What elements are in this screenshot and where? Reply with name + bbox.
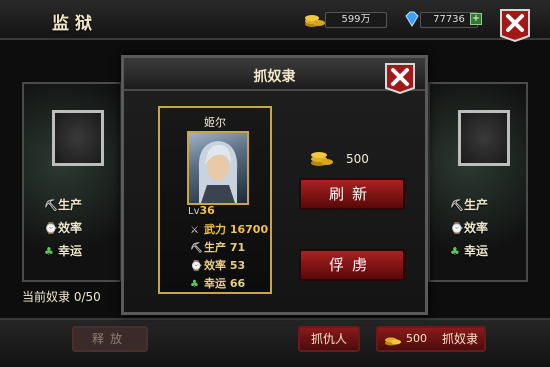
character-portrait — [187, 131, 249, 205]
left-slave-panel: ⛏生产 ⌚效率 ♣ 幸运 — [22, 82, 122, 282]
page-title: 监狱 — [52, 14, 98, 34]
empty-slot[interactable] — [458, 110, 510, 166]
pickaxe-icon: ⛏ — [44, 199, 58, 212]
empty-slot[interactable] — [52, 110, 104, 166]
diamond-icon — [405, 11, 419, 27]
catch-label: 抓奴隶 — [442, 332, 479, 346]
character-level: Lv36 — [188, 204, 215, 217]
stat-production: ⛏生产 — [44, 198, 83, 212]
stat-efficiency: ⌚效率 — [450, 221, 489, 235]
stat-luck: ♣ 幸运 — [44, 244, 83, 258]
close-icon[interactable] — [383, 61, 417, 95]
add-gems-button[interactable]: + — [470, 13, 482, 25]
watch-icon: ⌚ — [190, 261, 203, 272]
right-slave-panel: ⛏生产 ⌚效率 ♣ 幸运 — [428, 82, 528, 282]
watch-icon: ⌚ — [450, 222, 464, 235]
catch-cost: 500 — [406, 332, 427, 345]
top-bar: 监狱 599万 77736 + — [0, 0, 550, 42]
character-name: 姬尔 — [204, 116, 226, 129]
dialog-header: 抓奴隶 — [124, 58, 425, 91]
refresh-cost: 500 — [346, 152, 369, 166]
gold-coins-icon — [305, 15, 325, 27]
release-button[interactable]: 释放 — [72, 326, 148, 352]
watch-icon: ⌚ — [44, 222, 58, 235]
catch-enemy-button[interactable]: 抓仇人 — [298, 326, 360, 352]
stat-luck: ♣ 幸运 66 — [190, 277, 246, 290]
dialog-title: 抓奴隶 — [253, 69, 296, 85]
stat-efficiency: ⌚效率 — [44, 221, 83, 235]
gold-amount: 599万 — [325, 12, 387, 28]
clover-icon: ♣ — [450, 245, 460, 258]
stat-production: ⛏生产 — [450, 198, 489, 212]
capture-button[interactable]: 俘虏 — [299, 249, 405, 281]
stat-power: ⚔ 武力 16700 — [190, 223, 269, 236]
pickaxe-icon: ⛏ — [450, 199, 464, 212]
clover-icon: ♣ — [190, 279, 199, 290]
close-icon[interactable] — [497, 6, 533, 42]
gold-coins-icon — [385, 337, 401, 346]
catch-slave-button[interactable]: 500 抓奴隶 — [376, 326, 486, 352]
pickaxe-icon: ⛏ — [190, 243, 203, 254]
slave-count: 当前奴隶 0/50 — [22, 290, 101, 304]
sword-icon: ⚔ — [190, 225, 199, 236]
stat-production: ⛏生产 71 — [190, 241, 246, 254]
clover-icon: ♣ — [44, 245, 54, 258]
stat-luck: ♣ 幸运 — [450, 244, 489, 258]
gold-coins-icon — [311, 152, 333, 166]
character-card[interactable]: 姬尔 Lv36 ⚔ 武力 16700 ⛏生产 71 ⌚ 效率 53 ♣ 幸运 66 — [158, 106, 272, 294]
catch-slave-dialog: 抓奴隶 姬尔 Lv36 ⚔ 武力 16700 ⛏生产 71 ⌚ 效率 53 ♣ … — [121, 55, 428, 315]
refresh-button[interactable]: 刷新 — [299, 178, 405, 210]
stat-efficiency: ⌚ 效率 53 — [190, 259, 246, 272]
